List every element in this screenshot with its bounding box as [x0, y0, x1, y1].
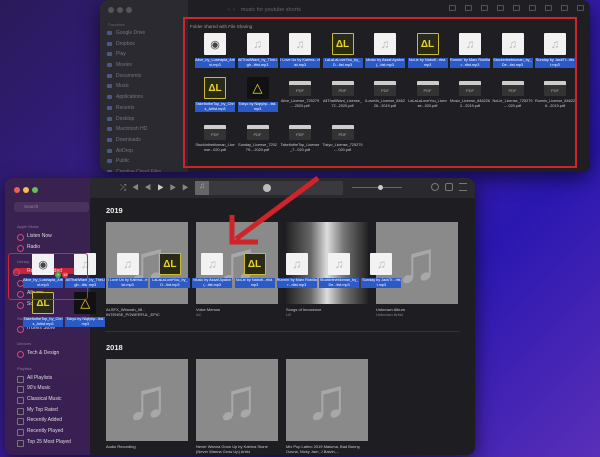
audio-file-icon: ΔL: [158, 253, 181, 275]
audio-file-icon: ♫: [201, 253, 224, 275]
dragged-file[interactable]: ♫ Music by Assaf Ayalon (...tist.mp3: [192, 253, 233, 288]
file-name: I Love Us by Katrina...rtist.mp3: [107, 278, 148, 288]
file-name: Tokyo by Niqtyhp...tist.mp3: [65, 317, 106, 327]
file-name: LaLaLaLoveYou_by_D...tist.mp3: [149, 278, 190, 288]
dragged-file[interactable]: ♫ Sunday by JackTr...rtist.mp3: [361, 253, 402, 288]
red-arrow: [229, 175, 320, 245]
file-name: Runnin' by Marc Robillar...rtist.mp3: [276, 278, 317, 288]
drag-badge: +19: [55, 272, 69, 278]
audio-file-icon: ♫: [328, 253, 351, 275]
audio-file-icon: ♫: [285, 253, 308, 275]
dragged-file[interactable]: ΔL LaLaLaLoveYou_by_D...tist.mp3: [149, 253, 190, 288]
file-name: Music by Assaf Ayalon (...tist.mp3: [192, 278, 233, 288]
audio-file-icon: ΔL: [243, 253, 266, 275]
dragged-file[interactable]: ΔL NoLie by Nabofi...rtist.mp3: [234, 253, 275, 288]
file-name: Stuckinthebloman_by_De...tist.mp3: [319, 278, 360, 288]
audio-file-icon: ♫: [370, 253, 393, 275]
dragged-file[interactable]: ♫ Stuckinthebloman_by_De...tist.mp3: [319, 253, 360, 288]
file-name: TakeItotheTop_by_Chris_Artist.mp3: [23, 317, 63, 327]
file-name: NoLie by Nabofi...rtist.mp3: [234, 278, 275, 288]
drop-target-highlight: [8, 253, 88, 300]
dragged-file[interactable]: ♫ I Love Us by Katrina...rtist.mp3: [107, 253, 148, 288]
file-name: Sunday by JackTr...rtist.mp3: [361, 278, 402, 288]
dragged-file[interactable]: ♫ Runnin' by Marc Robillar...rtist.mp3: [276, 253, 317, 288]
audio-file-icon: ♫: [116, 253, 139, 275]
